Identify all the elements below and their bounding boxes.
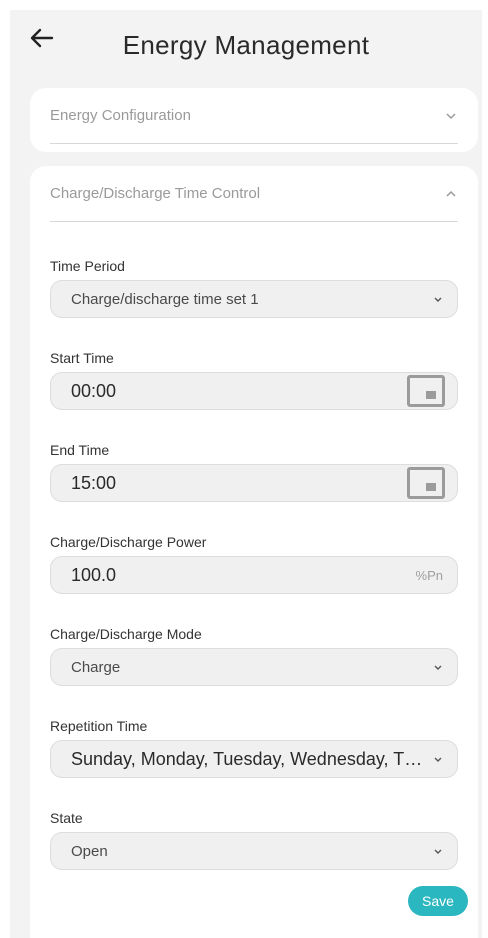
power-value: 100.0 bbox=[71, 564, 117, 585]
repetition-label: Repetition Time bbox=[50, 718, 148, 734]
energy-configuration-card: Energy Configuration bbox=[30, 88, 478, 152]
power-unit: %Pn bbox=[415, 567, 443, 583]
repetition-select[interactable]: Sunday, Monday, Tuesday, Wednesday, Thur… bbox=[50, 740, 458, 778]
chevron-down-icon bbox=[446, 112, 456, 119]
header: Energy Management bbox=[10, 10, 482, 74]
start-time-input[interactable]: 00:00 bbox=[50, 372, 458, 410]
time-period-label: Time Period bbox=[50, 258, 125, 274]
state-label: State bbox=[50, 810, 83, 826]
end-time-input[interactable]: 15:00 bbox=[50, 464, 458, 502]
end-time-label: End Time bbox=[50, 442, 110, 458]
start-time-value: 00:00 bbox=[71, 380, 117, 401]
page-title: Energy Management bbox=[122, 29, 370, 60]
time-period-select[interactable]: Charge/discharge time set 1 bbox=[50, 280, 458, 318]
mode-label: Charge/Discharge Mode bbox=[50, 626, 202, 642]
chevron-down-icon bbox=[434, 665, 442, 670]
repetition-value: Sunday, Monday, Tuesday, Wednesday, Thur… bbox=[71, 748, 431, 769]
mode-select[interactable]: Charge bbox=[50, 648, 458, 686]
energy-configuration-header[interactable]: Energy Configuration bbox=[50, 88, 458, 144]
end-time-value: 15:00 bbox=[71, 472, 117, 493]
calendar-icon[interactable] bbox=[407, 375, 445, 407]
time-control-header[interactable]: Charge/Discharge Time Control bbox=[50, 166, 458, 222]
state-value: Open bbox=[71, 842, 108, 860]
chevron-down-icon bbox=[434, 757, 442, 762]
arrow-left-icon bbox=[30, 28, 54, 48]
energy-configuration-label: Energy Configuration bbox=[50, 107, 191, 124]
time-period-value: Charge/discharge time set 1 bbox=[71, 290, 259, 308]
start-time-label: Start Time bbox=[50, 350, 114, 366]
time-control-card: Charge/Discharge Time Control Time Perio… bbox=[30, 166, 478, 938]
chevron-up-icon bbox=[446, 190, 456, 197]
mode-value: Charge bbox=[71, 658, 121, 676]
chevron-down-icon bbox=[434, 849, 442, 854]
chevron-down-icon bbox=[434, 297, 442, 302]
calendar-icon[interactable] bbox=[407, 467, 445, 499]
power-label: Charge/Discharge Power bbox=[50, 534, 207, 550]
state-select[interactable]: Open bbox=[50, 832, 458, 870]
power-input[interactable]: 100.0 %Pn bbox=[50, 556, 458, 594]
back-button[interactable] bbox=[28, 24, 56, 52]
time-control-label: Charge/Discharge Time Control bbox=[50, 185, 261, 202]
save-button[interactable]: Save bbox=[408, 886, 468, 916]
screen: Energy Management Energy Configuration C… bbox=[10, 10, 482, 938]
